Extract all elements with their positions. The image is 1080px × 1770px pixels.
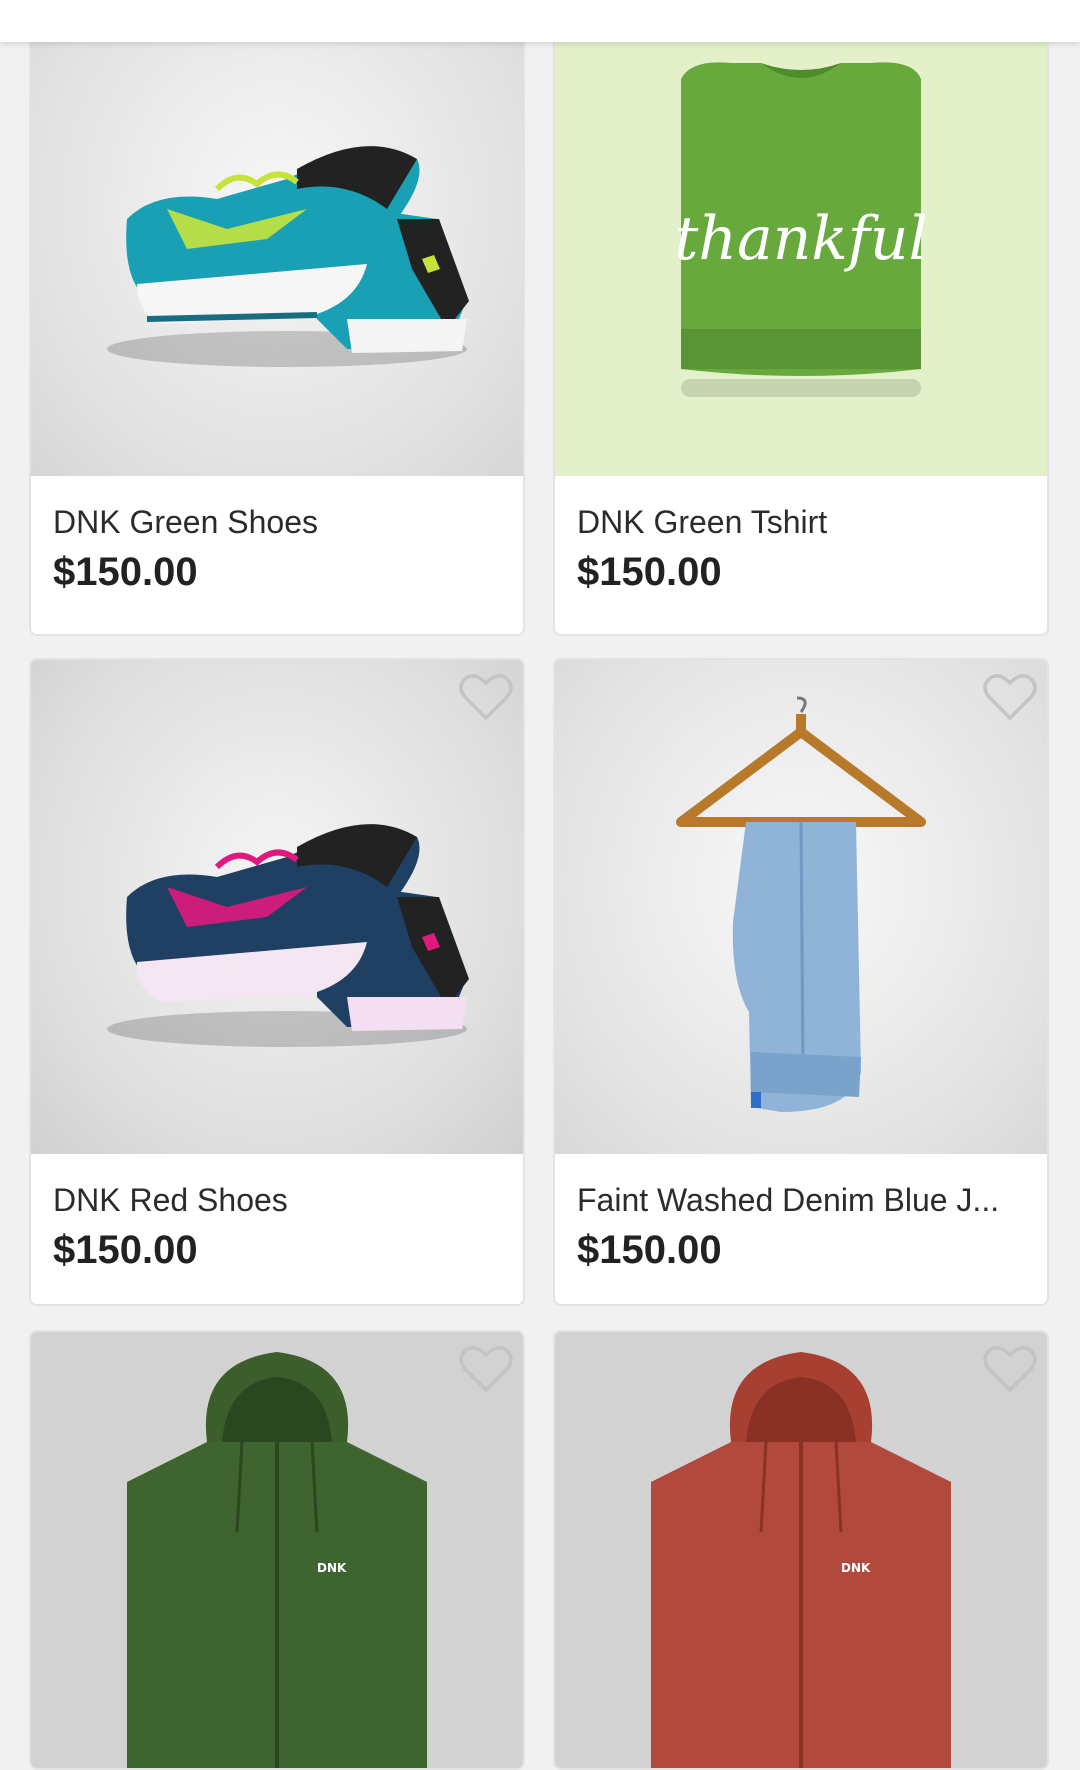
favorite-heart-icon[interactable] [459,1344,513,1394]
svg-text:DNK: DNK [841,1561,871,1575]
top-app-bar [0,0,1080,42]
product-info: DNK Green Tshirt $150.00 [555,476,1047,634]
product-image-green-shoes[interactable] [31,0,523,476]
green-tshirt-image: thankful [674,62,928,397]
product-grid: DNK Green Shoes $150.00 thankful DNK Gre… [0,0,1080,1770]
product-card-red-shoes[interactable]: DNK Red Shoes $150.00 [29,658,525,1306]
favorite-heart-icon[interactable] [983,672,1037,722]
product-card-denim-jeans[interactable]: Faint Washed Denim Blue J... $150.00 [553,658,1049,1306]
product-name: DNK Red Shoes [53,1182,288,1218]
product-image-red-hoodie[interactable]: DNK [555,1332,1047,1768]
svg-text:DNK: DNK [317,1561,347,1575]
product-image-green-tshirt[interactable]: thankful [555,0,1047,476]
red-hoodie-image: DNK [651,1352,951,1768]
jeans-hanger-image [676,696,926,1112]
product-info: DNK Red Shoes $150.00 [31,1154,523,1304]
green-hoodie-image: DNK [127,1352,427,1768]
product-info: DNK Green Shoes $150.00 [31,476,523,634]
product-name: DNK Green Tshirt [577,504,828,540]
product-image-green-hoodie[interactable]: DNK [31,1332,523,1768]
product-card-green-shoes[interactable]: DNK Green Shoes $150.00 [29,0,525,636]
product-price: $150.00 [53,1228,198,1272]
product-price: $150.00 [577,550,722,594]
product-card-green-tshirt[interactable]: thankful DNK Green Tshirt $150.00 [553,0,1049,636]
red-sneakers-image [107,824,469,1047]
product-image-red-shoes[interactable] [31,660,523,1154]
product-price: $150.00 [577,1228,722,1272]
product-price: $150.00 [53,550,198,594]
product-name: DNK Green Shoes [53,504,319,540]
product-card-red-hoodie[interactable]: DNK [553,1330,1049,1770]
favorite-heart-icon[interactable] [983,1344,1037,1394]
product-name: Faint Washed Denim Blue J... [577,1182,1000,1218]
product-card-green-hoodie[interactable]: DNK [29,1330,525,1770]
product-image-denim-jeans[interactable] [555,660,1047,1154]
green-sneakers-image [107,146,469,367]
product-info: Faint Washed Denim Blue J... $150.00 [555,1154,1047,1304]
svg-text:thankful: thankful [674,204,928,274]
favorite-heart-icon[interactable] [459,672,513,722]
